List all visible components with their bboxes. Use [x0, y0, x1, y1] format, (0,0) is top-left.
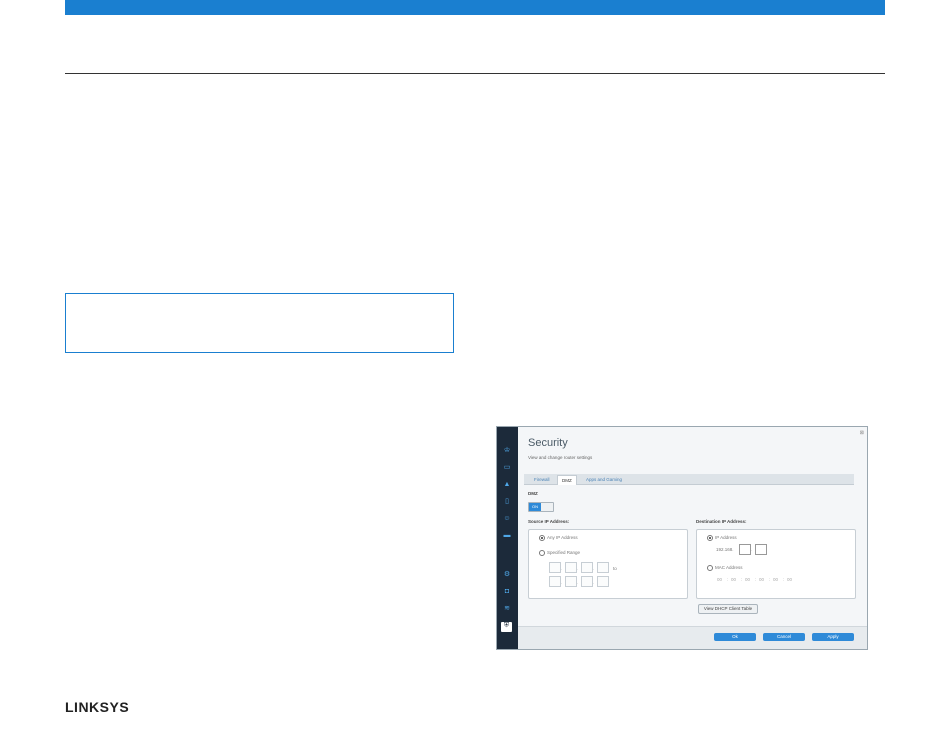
dmz-label: DMZ — [528, 491, 538, 496]
range-start-octet-2[interactable] — [565, 562, 577, 573]
range-sep: . — [577, 580, 579, 585]
monitor-icon[interactable]: ▭ — [502, 464, 512, 472]
range-sep: . — [593, 580, 595, 585]
tab-dmz[interactable]: DMZ — [557, 475, 577, 485]
toggle-on-label: ON — [529, 503, 541, 511]
dest-ip-octet-4[interactable] — [755, 544, 767, 555]
ip-address-radio[interactable]: IP Address — [707, 535, 737, 541]
range-start-octet-3[interactable] — [581, 562, 593, 573]
range-end-octet-3[interactable] — [581, 576, 593, 587]
parental-icon[interactable]: ☺ — [502, 515, 512, 523]
source-panel: Any IP Address Specified Range . . . to … — [528, 529, 688, 599]
mac-sep: : — [727, 577, 729, 582]
mac-octet-1[interactable]: 00 — [717, 577, 722, 582]
mac-sep: : — [769, 577, 771, 582]
header-rule — [65, 73, 885, 74]
any-ip-label: Any IP Address — [547, 535, 578, 541]
mac-address-radio[interactable]: MAC Address — [707, 565, 743, 571]
shield-icon[interactable]: ⛨ — [501, 622, 512, 632]
mac-address-label: MAC Address — [715, 565, 743, 571]
ip-prefix: 192.168. — [716, 547, 734, 552]
range-to-label: to — [613, 566, 617, 571]
mac-sep: : — [755, 577, 757, 582]
tab-firewall[interactable]: Firewall — [530, 475, 554, 484]
destination-ip-label: Destination IP Address: — [696, 519, 747, 524]
range-sep: . — [577, 566, 579, 571]
crown-icon[interactable]: ♔ — [502, 447, 512, 455]
dest-ip-octet-3[interactable] — [739, 544, 751, 555]
radio-icon — [707, 565, 713, 571]
specified-range-label: Specified Range — [547, 550, 581, 556]
range-start-octet-4[interactable] — [597, 562, 609, 573]
cancel-button[interactable]: Cancel — [763, 633, 805, 641]
devices-icon[interactable]: ▯ — [502, 498, 512, 506]
mac-sep: : — [783, 577, 785, 582]
mac-octet-2[interactable]: 00 — [731, 577, 736, 582]
destination-panel: IP Address 192.168. . MAC Address 00 : 0… — [696, 529, 856, 599]
specified-range-radio[interactable]: Specified Range — [539, 550, 580, 556]
radio-selected-icon — [707, 535, 713, 541]
linksys-logo: LINKSYS — [65, 699, 130, 715]
header-accent-bar — [65, 0, 885, 15]
mac-octet-6[interactable]: 00 — [787, 577, 792, 582]
security-panel: Security View and change router settings… — [518, 427, 867, 649]
speed-icon[interactable]: ▬ — [502, 532, 512, 540]
range-end-octet-1[interactable] — [549, 576, 561, 587]
range-sep: . — [561, 566, 563, 571]
range-sep: . — [561, 580, 563, 585]
dmz-toggle[interactable]: ON — [528, 502, 554, 512]
security-screenshot: ♔ ▭ ▲ ▯ ☺ ▬ ⚙ ◘ ≋ ⛨ Security View and ch… — [496, 426, 868, 650]
camera-icon[interactable]: ◘ — [502, 588, 512, 596]
close-icon[interactable]: ⊠ — [860, 430, 864, 436]
side-nav: ♔ ▭ ▲ ▯ ☺ ▬ ⚙ ◘ ≋ ⛨ — [497, 427, 518, 649]
ip-address-label: IP Address — [715, 535, 737, 541]
any-ip-radio[interactable]: Any IP Address — [539, 535, 578, 541]
wireless-icon[interactable]: ≋ — [502, 605, 512, 613]
view-dhcp-client-table-button[interactable]: View DHCP Client Table — [698, 604, 758, 614]
tab-bar: Firewall DMZ Apps and Gaming — [524, 474, 854, 485]
ip-sep: . — [751, 547, 753, 552]
mac-octet-4[interactable]: 00 — [759, 577, 764, 582]
range-start-octet-1[interactable] — [549, 562, 561, 573]
note-box — [65, 293, 454, 353]
apply-button[interactable]: Apply — [812, 633, 854, 641]
page-title: Security — [528, 437, 568, 449]
mac-octet-3[interactable]: 00 — [745, 577, 750, 582]
range-sep: . — [593, 566, 595, 571]
warning-icon[interactable]: ▲ — [502, 481, 512, 489]
source-ip-label: Source IP Address: — [528, 519, 570, 524]
ok-button[interactable]: Ok — [714, 633, 756, 641]
gears-icon[interactable]: ⚙ — [502, 571, 512, 579]
tab-apps-and-gaming[interactable]: Apps and Gaming — [582, 475, 626, 484]
mac-sep: : — [741, 577, 743, 582]
mac-octet-5[interactable]: 00 — [773, 577, 778, 582]
radio-selected-icon — [539, 535, 545, 541]
page-subtitle: View and change router settings — [528, 455, 593, 460]
radio-icon — [539, 550, 545, 556]
range-end-octet-2[interactable] — [565, 576, 577, 587]
range-end-octet-4[interactable] — [597, 576, 609, 587]
